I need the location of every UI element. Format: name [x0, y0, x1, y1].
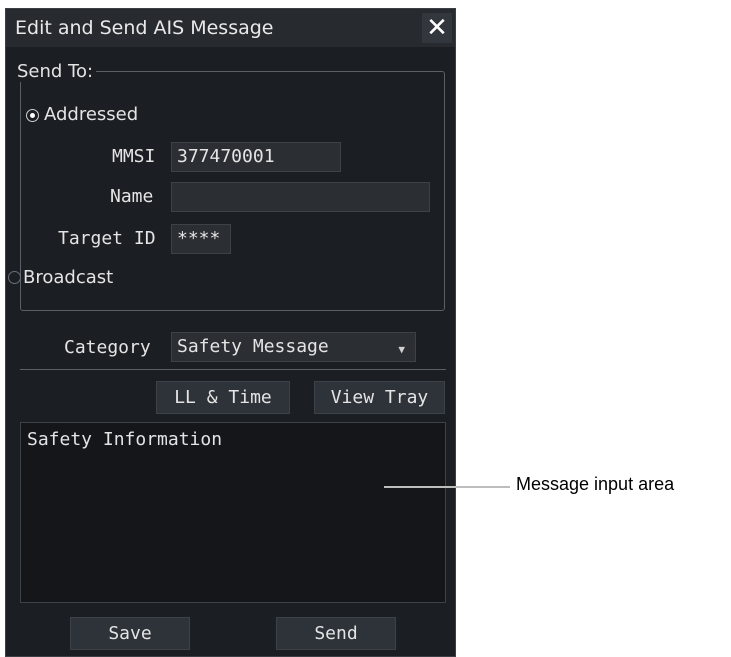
save-button[interactable]: Save: [70, 617, 190, 650]
addressed-label[interactable]: Addressed: [44, 104, 138, 125]
target-id-label: Target ID: [58, 228, 156, 249]
broadcast-radio[interactable]: [8, 271, 21, 284]
mmsi-label: MMSI: [112, 146, 156, 167]
ais-message-dialog: Edit and Send AIS Message ✕ Send To: Add…: [5, 8, 456, 657]
message-input-area[interactable]: Safety Information: [20, 422, 446, 603]
target-id-field[interactable]: ****: [171, 224, 231, 254]
dialog-title: Edit and Send AIS Message: [15, 17, 274, 39]
ll-time-button[interactable]: LL & Time: [156, 381, 290, 414]
broadcast-label[interactable]: Broadcast: [23, 267, 113, 288]
title-bar: Edit and Send AIS Message ✕: [6, 9, 455, 47]
category-select[interactable]: Safety Message ▼: [171, 332, 416, 362]
send-to-legend: Send To:: [14, 61, 97, 82]
name-field[interactable]: [171, 182, 430, 212]
message-text[interactable]: Safety Information: [27, 429, 222, 450]
addressed-radio[interactable]: [26, 109, 39, 122]
send-button[interactable]: Send: [276, 617, 396, 650]
category-value: Safety Message: [177, 336, 329, 357]
divider: [20, 369, 446, 370]
mmsi-field[interactable]: 377470001: [171, 142, 341, 172]
close-icon[interactable]: ✕: [422, 13, 452, 43]
dropdown-caret-icon: ▼: [398, 343, 405, 356]
callout-label: Message input area: [516, 474, 675, 494]
category-label: Category: [64, 337, 151, 358]
name-label: Name: [110, 186, 154, 207]
callout-leader-line: [384, 486, 510, 488]
view-tray-button[interactable]: View Tray: [314, 381, 445, 414]
